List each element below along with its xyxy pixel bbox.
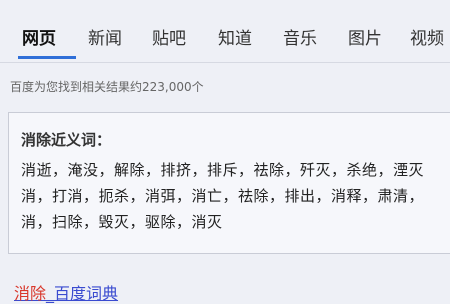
synonyms-line: 消，扫除，毁灭，驱除，消灭	[21, 213, 223, 231]
result-source: 百度词典	[54, 284, 119, 303]
tab-tieba[interactable]: 贴吧	[152, 24, 186, 49]
tabs-divider	[0, 62, 450, 63]
tab-news[interactable]: 新闻	[88, 24, 122, 49]
search-tabs-bar: 网页 新闻 贴吧 知道 音乐 图片 视频	[0, 0, 450, 62]
synonyms-line: 消，打消，扼杀，消弭，消亡，祛除，排出，消释，肃清，	[21, 187, 425, 205]
result-link-row: 消除_百度词典	[14, 280, 118, 304]
active-tab-indicator	[18, 56, 76, 59]
tab-web[interactable]: 网页	[22, 24, 56, 49]
tab-zhidao[interactable]: 知道	[218, 24, 252, 49]
tab-images[interactable]: 图片	[348, 24, 382, 49]
result-title-link[interactable]: 消除_百度词典	[14, 284, 118, 303]
result-keyword: 消除	[14, 284, 47, 303]
synonyms-line: 消逝，淹没，解除，排挤，排斥，祛除，歼灭，杀绝，湮灭	[21, 161, 425, 179]
tab-video[interactable]: 视频	[410, 24, 444, 49]
synonyms-card-title: 消除近义词：	[21, 131, 112, 149]
tab-music[interactable]: 音乐	[283, 24, 317, 49]
result-separator: _	[46, 284, 55, 303]
synonyms-card: 消除近义词： 消逝，淹没，解除，排挤，排斥，祛除，歼灭，杀绝，湮灭 消，打消，扼…	[8, 112, 450, 254]
result-count: 百度为您找到相关结果约223,000个	[10, 80, 204, 94]
